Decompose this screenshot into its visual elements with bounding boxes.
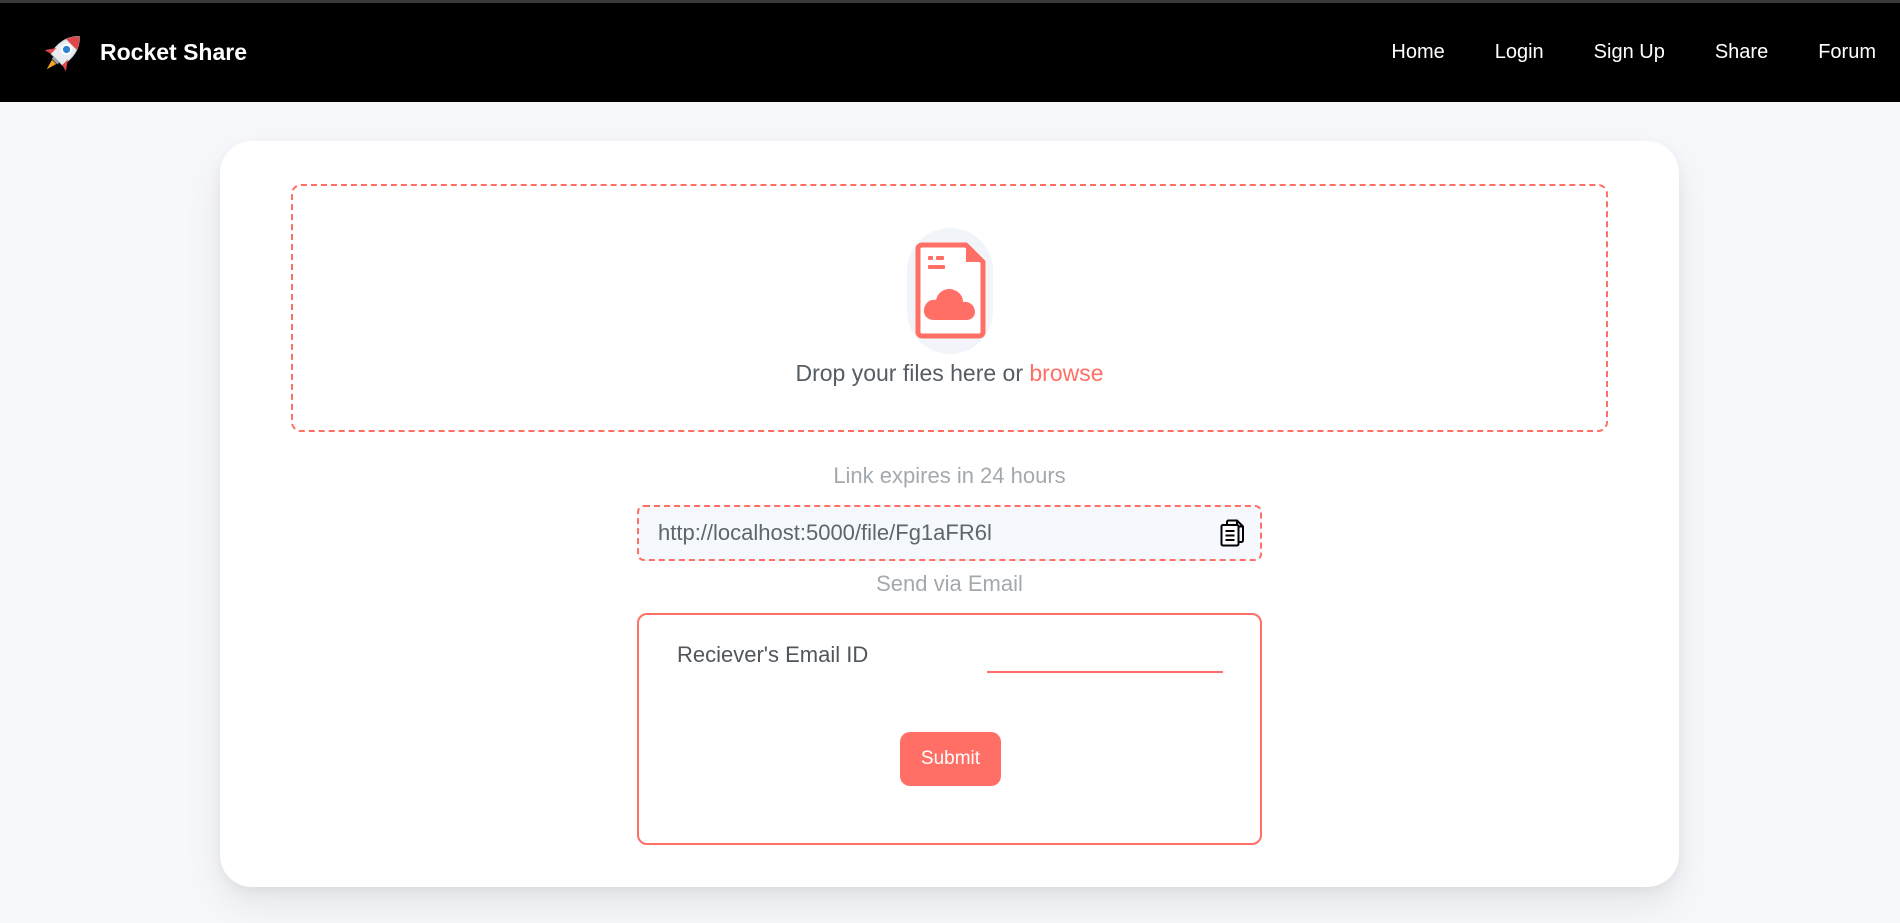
- nav-link-forum[interactable]: Forum: [1818, 41, 1876, 64]
- email-form: Reciever's Email ID Submit: [637, 613, 1262, 845]
- brand[interactable]: Rocket Share: [36, 26, 247, 80]
- nav-link-login[interactable]: Login: [1495, 41, 1544, 64]
- file-cloud-icon: [915, 242, 985, 339]
- email-input[interactable]: [987, 637, 1223, 673]
- navbar: Rocket Share Home Login Sign Up Share Fo…: [0, 3, 1900, 102]
- copy-icon[interactable]: [1218, 519, 1246, 547]
- share-link-box: [637, 505, 1262, 561]
- drop-text: Drop your files here or: [795, 360, 1030, 386]
- nav-link-share[interactable]: Share: [1715, 41, 1768, 64]
- nav-links: Home Login Sign Up Share Forum: [1341, 41, 1876, 64]
- browse-link[interactable]: browse: [1029, 360, 1103, 386]
- rocket-logo-icon: [44, 35, 80, 71]
- file-icon-background: [906, 228, 993, 354]
- file-drop-zone[interactable]: Drop your files here or browse: [291, 184, 1608, 432]
- drop-instructions: Drop your files here or browse: [795, 360, 1103, 387]
- submit-button[interactable]: Submit: [900, 732, 1001, 786]
- email-label: Reciever's Email ID: [677, 642, 869, 667]
- nav-link-home[interactable]: Home: [1391, 41, 1444, 64]
- share-link-input[interactable]: [658, 520, 1218, 546]
- brand-name: Rocket Share: [100, 39, 248, 65]
- nav-link-sign-up[interactable]: Sign Up: [1594, 41, 1665, 64]
- link-expiry-text: Link expires in 24 hours: [833, 463, 1066, 488]
- send-via-email-text: Send via Email: [876, 571, 1023, 596]
- upload-card: Drop your files here or browse Link expi…: [220, 141, 1679, 887]
